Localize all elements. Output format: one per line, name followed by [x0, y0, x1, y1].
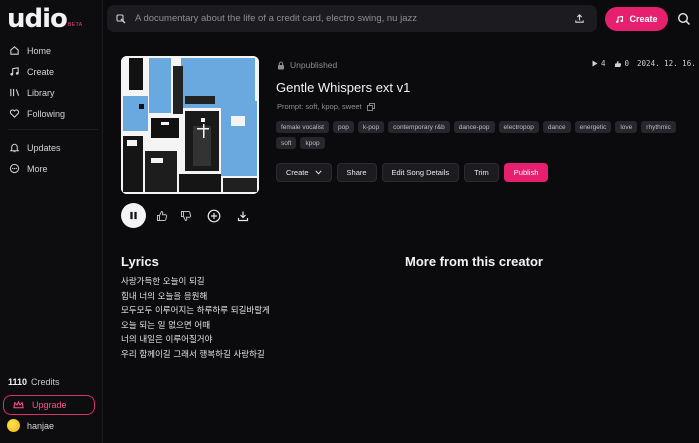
lyric-line: 모두모두 이루어지는 하루하루 되길바랄게	[121, 306, 270, 316]
music-note-icon	[615, 15, 624, 24]
tag[interactable]: dance-pop	[453, 121, 495, 133]
bell-icon	[8, 142, 20, 154]
more-icon	[8, 163, 20, 175]
share-button[interactable]: Share	[336, 163, 377, 182]
status-label: Unpublished	[290, 60, 338, 70]
lyrics-body: 사랑가득한 오늘이 되길 힘내 너의 오늘을 응원해 모두모두 이루어지는 하루…	[121, 275, 270, 362]
sidebar-item-label: Following	[27, 108, 66, 119]
trim-button[interactable]: Trim	[464, 163, 499, 182]
sidebar-item-label: Library	[27, 87, 55, 98]
lyric-line: 힘내 너의 오늘을 응원해	[121, 291, 208, 302]
sidebar-item-more[interactable]: More	[8, 158, 98, 179]
pause-icon	[130, 211, 137, 220]
sidebar-item-updates[interactable]: Updates	[8, 137, 98, 158]
sidebar-item-label: Updates	[27, 142, 61, 153]
more-from-creator-heading: More from this creator	[405, 254, 543, 269]
prompt-icon	[115, 13, 127, 25]
brand-name: udio	[7, 4, 68, 34]
home-icon	[8, 45, 20, 57]
sidebar: udio BETA Home Create Library Following …	[0, 0, 103, 443]
library-icon	[8, 87, 20, 99]
search-input[interactable]	[135, 13, 567, 24]
heart-icon	[8, 108, 20, 120]
username: hanjae	[27, 420, 55, 431]
song-date: 2024. 12. 16.	[637, 59, 696, 68]
tag[interactable]: pop	[333, 121, 354, 133]
tag[interactable]: dance	[542, 121, 571, 133]
lyric-line: 우리 함께이길 그래서 행복하길 사랑하길	[121, 349, 265, 360]
publish-button[interactable]: Publish	[503, 163, 549, 182]
credits-display: 1110 Credits	[8, 377, 60, 387]
create-dropdown-button[interactable]: Create	[276, 163, 332, 182]
sidebar-item-label: Create	[27, 66, 55, 77]
like-count-icon	[614, 60, 622, 68]
tag[interactable]: rhythmic	[641, 121, 676, 133]
edit-song-details-button[interactable]: Edit Song Details	[381, 163, 460, 182]
like-count: 0	[624, 59, 630, 68]
add-icon[interactable]	[206, 208, 222, 224]
app-root: udio BETA Home Create Library Following …	[0, 0, 699, 443]
sidebar-item-label: More	[27, 163, 48, 174]
tag[interactable]: electropop	[498, 121, 539, 133]
tag[interactable]: k-pop	[357, 121, 385, 133]
tag[interactable]: kpop	[300, 137, 325, 149]
credits-label: Credits	[31, 377, 60, 387]
publish-label: Publish	[513, 168, 539, 177]
upgrade-button[interactable]: Upgrade	[3, 395, 95, 415]
song-cover-art[interactable]	[121, 56, 259, 194]
player-controls	[121, 203, 251, 228]
share-label: Share	[346, 168, 367, 177]
crown-icon	[13, 400, 24, 410]
sidebar-item-library[interactable]: Library	[8, 82, 98, 103]
lyrics-heading: Lyrics	[121, 254, 159, 269]
music-note-icon	[8, 66, 20, 78]
thumbs-up-icon[interactable]	[154, 208, 170, 224]
lyric-line: 오늘 되는 일 없으면 어때	[121, 320, 211, 331]
upload-icon[interactable]	[567, 9, 591, 29]
brand-logo[interactable]: udio BETA	[7, 6, 83, 32]
song-title: Gentle Whispers ext v1	[276, 80, 411, 95]
publish-status: Unpublished	[277, 60, 337, 70]
create-dropdown-label: Create	[286, 168, 309, 177]
trim-label: Trim	[474, 168, 489, 177]
lyric-line: 너의 내일은 이루어질거야	[121, 335, 213, 345]
song-stats: 4 0 2024. 12. 16.	[592, 59, 696, 68]
copy-icon[interactable]	[366, 102, 375, 111]
sidebar-nav: Home Create Library Following Updates Mo…	[8, 40, 98, 179]
thumbs-down-icon[interactable]	[178, 208, 194, 224]
user-profile[interactable]: hanjae	[7, 419, 54, 432]
tag[interactable]: female vocalist	[276, 121, 329, 133]
sidebar-divider	[8, 129, 98, 130]
credits-value: 1110	[8, 377, 28, 387]
avatar	[7, 419, 20, 432]
song-actions: Create Share Edit Song Details Trim Publ…	[276, 163, 553, 182]
sidebar-item-home[interactable]: Home	[8, 40, 98, 61]
edit-label: Edit Song Details	[391, 168, 450, 177]
search-icon[interactable]	[677, 12, 691, 26]
tag[interactable]: energetic	[574, 121, 612, 133]
lock-icon	[277, 61, 285, 70]
song-prompt: Prompt: soft, kpop, sweet	[277, 102, 375, 111]
pause-button[interactable]	[121, 203, 146, 228]
download-icon[interactable]	[235, 208, 251, 224]
play-count: 4	[601, 59, 606, 68]
chevron-down-icon	[314, 170, 322, 175]
tag[interactable]: soft	[276, 137, 297, 149]
play-count-icon	[592, 60, 598, 67]
create-label: Create	[629, 14, 658, 24]
sidebar-item-following[interactable]: Following	[8, 103, 98, 124]
beta-badge: BETA	[67, 22, 83, 28]
tag-list: female vocalist pop k-pop contemporary r…	[276, 121, 686, 149]
prompt-text: Prompt: soft, kpop, sweet	[277, 102, 362, 111]
sidebar-item-label: Home	[27, 45, 52, 56]
upgrade-label: Upgrade	[32, 400, 67, 410]
tag[interactable]: love	[615, 121, 638, 133]
create-button[interactable]: Create	[605, 7, 668, 31]
tag[interactable]: contemporary r&b	[388, 121, 450, 133]
search-bar	[107, 5, 597, 32]
cover-art-graphic	[121, 56, 259, 194]
lyric-line: 사랑가득한 오늘이 되길	[121, 277, 205, 287]
sidebar-item-create[interactable]: Create	[8, 61, 98, 82]
